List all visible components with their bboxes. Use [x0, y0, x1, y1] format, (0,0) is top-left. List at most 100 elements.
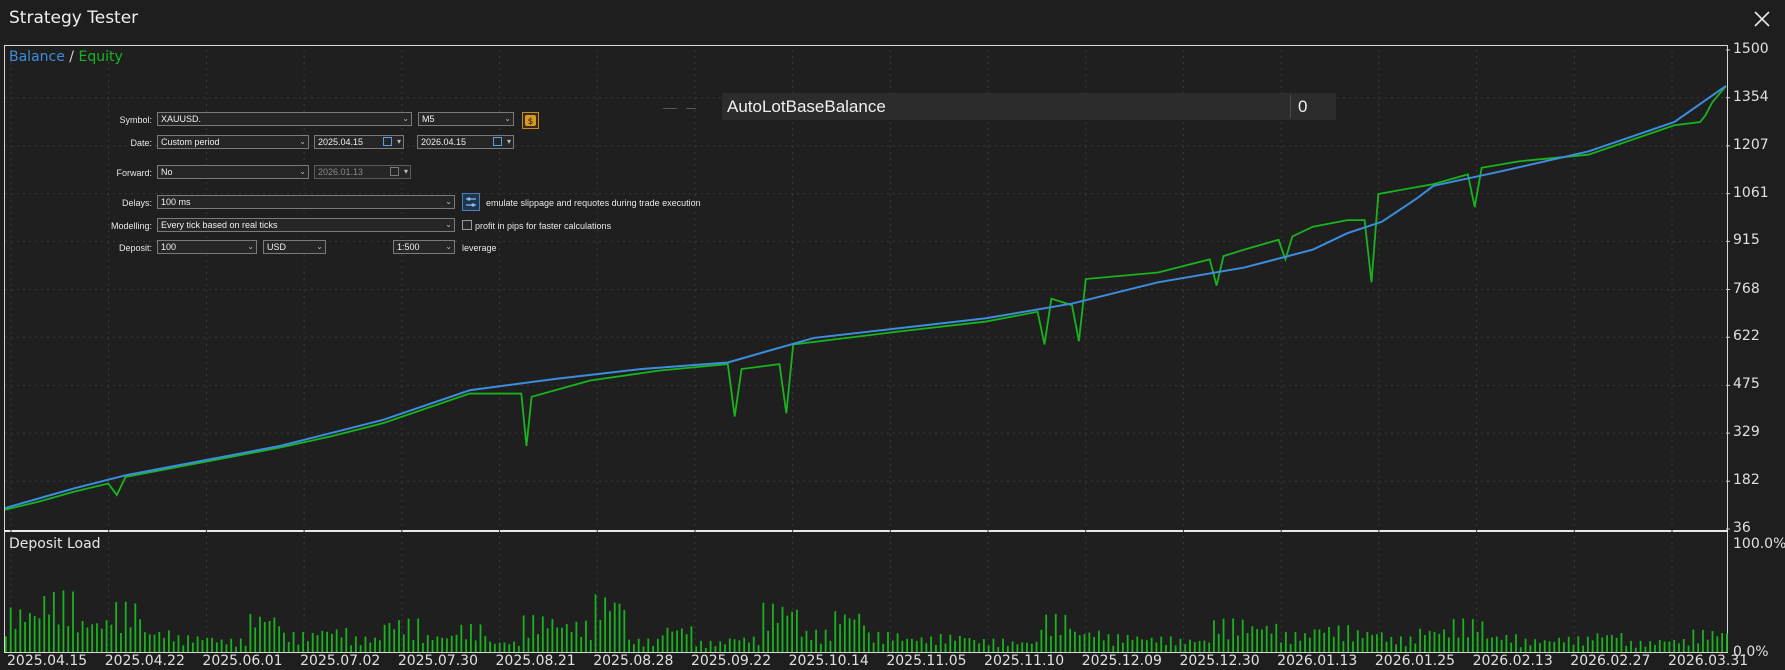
deposit-load-bar: [700, 640, 702, 652]
x-tick-label: 2026.02.27: [1570, 653, 1651, 669]
deposit-load-bar: [105, 620, 108, 652]
deposit-load-bar: [949, 634, 952, 652]
deposit-load-bar: [599, 619, 602, 652]
dollar-icon: $: [525, 115, 536, 127]
deposit-load-bar: [824, 629, 827, 652]
deposit-select[interactable]: 100 ⌄: [157, 240, 257, 254]
deposit-load-max-label: 100.0%: [1733, 536, 1785, 552]
deposit-load-bar: [383, 624, 386, 652]
deposit-load-bar: [426, 634, 429, 652]
deposit-load-bar: [1519, 647, 1522, 652]
deposit-load-bar: [939, 634, 942, 652]
deposit-load-bar: [1289, 644, 1292, 652]
y-tick-label: 329: [1733, 424, 1760, 441]
deposit-load-bar: [1639, 640, 1642, 652]
date-to-picker[interactable]: 2026.04.15 ▾: [417, 135, 514, 149]
deposit-load-bar: [67, 626, 70, 652]
deposit-load-bar: [743, 637, 746, 652]
deposit-load-bar: [733, 639, 736, 652]
x-tick-label: 2025.12.09: [1081, 653, 1162, 669]
deposit-load-bar: [791, 611, 793, 652]
x-tick-label: 2026.03.31: [1668, 653, 1749, 669]
deposit-load-bar: [1371, 634, 1374, 652]
deposit-load-bar: [110, 624, 113, 652]
deposit-load-bar: [863, 625, 865, 652]
deposit-load-bar: [48, 614, 50, 652]
deposit-load-bar: [402, 634, 405, 652]
deposit-load-bar: [1428, 630, 1431, 652]
delay-settings-button[interactable]: [462, 193, 480, 211]
deposit-load-bar: [239, 638, 242, 652]
deposit-load-bar: [1414, 643, 1417, 652]
deposit-load-bar: [407, 618, 410, 652]
slippage-note: emulate slippage and requotes during tra…: [486, 198, 701, 208]
currency-select[interactable]: USD ⌄: [263, 240, 326, 254]
calendar-icon: [493, 137, 502, 146]
deposit-load-bar: [1500, 639, 1503, 652]
input-parameter-row[interactable]: AutoLotBaseBalance 0: [722, 93, 1336, 120]
deposit-load-bar: [412, 639, 415, 652]
deposit-load-bar: [815, 629, 817, 652]
deposit-load-bar: [1112, 645, 1115, 652]
deposit-load-bar: [177, 635, 180, 652]
modelling-select[interactable]: Every tick based on real ticks ⌄: [157, 218, 455, 232]
chevron-down-icon: ⌄: [402, 114, 409, 123]
deposit-load-bar: [757, 645, 760, 652]
deposit-load-bar: [388, 622, 391, 652]
legend-balance: Balance: [9, 49, 65, 65]
deposit-load-bar: [1021, 642, 1024, 652]
deposit-load-bar: [1390, 636, 1393, 652]
parameter-value[interactable]: 0: [1298, 97, 1307, 117]
svg-text:$: $: [528, 117, 534, 127]
delays-select[interactable]: 100 ms ⌄: [157, 195, 455, 209]
deposit-load-bar: [1270, 633, 1273, 652]
deposit-load-bar: [1409, 636, 1412, 652]
deposit-load-bar: [1064, 614, 1067, 652]
symbol-select[interactable]: XAUUSD. ⌄: [157, 112, 412, 126]
date-mode-select[interactable]: Custom period ⌄: [157, 135, 309, 149]
x-tick-label: 2026.01.25: [1374, 653, 1456, 669]
deposit-load-bar: [911, 638, 913, 652]
x-tick-label: 2025.04.15: [7, 653, 88, 669]
deposit-load-bar: [479, 624, 482, 652]
deposit-load-bar: [527, 637, 530, 652]
deposit-load-bar: [489, 641, 491, 652]
deposit-load-bar: [843, 614, 846, 652]
deposit-load-bar: [656, 638, 659, 652]
deposit-load-bar: [1045, 614, 1048, 652]
deposit-load-bar: [1222, 618, 1225, 652]
deposit-load-bar: [1515, 634, 1517, 652]
deposit-load-bar: [690, 626, 693, 652]
leverage-select[interactable]: 1:500 ⌄: [393, 240, 455, 254]
deposit-load-bar: [1543, 640, 1546, 652]
deposit-load-bar: [762, 602, 765, 652]
deposit-load-bar: [292, 631, 295, 652]
deposit-load-bar: [896, 633, 899, 652]
deposit-load-bar: [973, 640, 976, 652]
deposit-load-bar: [1337, 625, 1340, 652]
trade-properties-button[interactable]: $: [522, 112, 539, 129]
deposit-load-bar: [100, 628, 103, 652]
deposit-load-bar: [781, 606, 784, 652]
deposit-load-bar: [1654, 644, 1656, 652]
chevron-down-icon: ⌄: [299, 137, 306, 146]
deposit-load-bar: [191, 642, 194, 652]
period-select[interactable]: M5 ⌄: [418, 112, 514, 126]
deposit-load-bar: [148, 634, 151, 652]
forward-select[interactable]: No ⌄: [157, 165, 309, 179]
deposit-load-bar: [1395, 644, 1398, 652]
profit-in-pips-checkbox[interactable]: [462, 220, 472, 230]
deposit-load-bar: [1237, 635, 1239, 652]
deposit-load-bar: [1107, 634, 1110, 652]
deposit-load-bar: [1625, 645, 1628, 652]
deposit-load-bar: [1328, 626, 1330, 652]
forward-date-value: 2026.01.13: [318, 167, 364, 177]
date-from-picker[interactable]: 2025.04.15 ▾: [314, 135, 404, 149]
deposit-load-bar: [283, 632, 285, 652]
deposit-load-bar: [359, 645, 362, 652]
deposit-load-bar: [1620, 633, 1623, 652]
symbol-value: XAUUSD.: [161, 114, 202, 124]
x-tick-label: 2025.12.30: [1179, 653, 1260, 669]
deposit-load-bar: [1347, 625, 1350, 652]
deposit-load-bar: [978, 643, 980, 652]
